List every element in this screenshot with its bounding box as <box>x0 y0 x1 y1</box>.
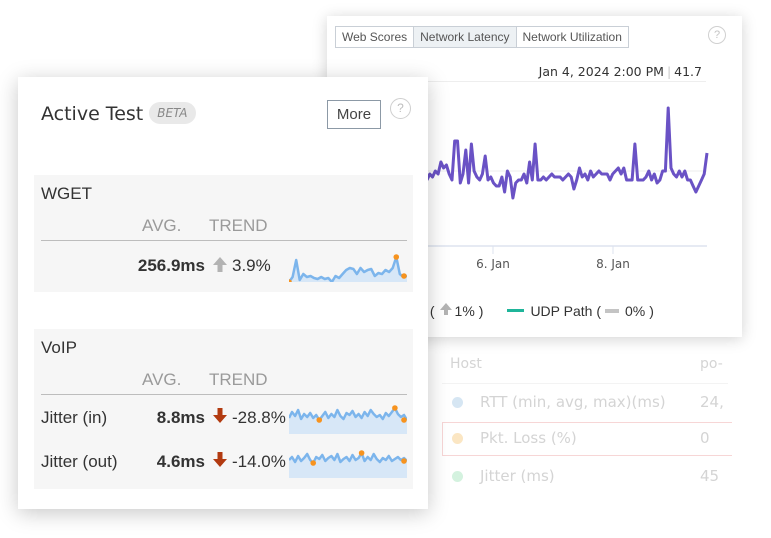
flat-dash-icon <box>604 308 619 313</box>
sparkline-marker <box>310 460 317 466</box>
host-row-rtt[interactable]: RTT (min, avg, max)(ms) 24, <box>442 386 732 420</box>
arrow-up-icon <box>439 302 453 319</box>
metric-row-jitter-out[interactable]: Jitter (out) 4.6ms -14.0% <box>34 448 413 478</box>
arrow-down-icon <box>212 451 228 474</box>
sparkline-wget[interactable] <box>289 252 407 282</box>
host-column-header-2: po- <box>700 356 723 372</box>
sparkline-jitter-out[interactable] <box>289 448 407 478</box>
legend-dot-icon <box>452 433 463 444</box>
question-circle-icon[interactable]: ? <box>390 98 411 119</box>
host-column-header: Host <box>450 356 482 372</box>
section-wget: WGET AVG. TREND 256.9ms 3.9% <box>34 175 413 292</box>
divider <box>41 394 407 395</box>
beta-badge: BETA <box>149 101 196 124</box>
column-header-avg: AVG. <box>142 216 182 235</box>
metric-avg: 4.6ms <box>156 452 205 471</box>
sparkline-area <box>289 408 407 434</box>
sparkline-marker <box>392 405 398 411</box>
legend-close-paren: ) <box>649 302 654 319</box>
tooltip-timestamp: Jan 4, 2024 2:00 PM <box>538 64 664 79</box>
section-title: VoIP <box>41 338 77 357</box>
sparkline-marker <box>316 417 323 423</box>
host-row-value: 0 <box>700 429 710 447</box>
host-row-value: 24, <box>700 393 724 411</box>
divider <box>427 81 706 82</box>
legend-item-udp-label[interactable]: UDP Path ( <box>530 303 601 319</box>
chart-tooltip: Jan 4, 2024 2:00 PM | 41.7 <box>539 64 702 79</box>
chart-legend: IP ( 1% ) UDP Path ( 0% ) <box>413 302 654 319</box>
host-row-label: RTT (min, avg, max)(ms) <box>480 393 666 411</box>
latency-series-line <box>425 106 709 200</box>
more-button[interactable]: More <box>327 100 381 129</box>
sparkline-marker <box>401 417 407 423</box>
column-header-trend: TREND <box>209 216 268 235</box>
metric-avg: 256.9ms <box>137 256 205 275</box>
metric-avg: 8.8ms <box>156 408 205 427</box>
sparkline-marker <box>358 450 365 456</box>
question-circle-icon[interactable]: ? <box>708 26 726 44</box>
tooltip-value: 41.7 <box>674 64 702 79</box>
legend-item-udp-change: 0% <box>624 302 646 319</box>
x-tick-label: 6. Jan <box>476 257 510 271</box>
panel-title-text: Active Test <box>41 103 144 125</box>
legend-item-ip-change: 1% <box>454 302 475 319</box>
legend-dot-icon <box>452 397 463 408</box>
arrow-down-icon <box>212 407 228 430</box>
sparkline-marker <box>401 458 407 464</box>
x-tick-label: 8. Jan <box>596 257 630 271</box>
tab-bar: Web Scores Network Latency Network Utili… <box>335 26 629 48</box>
tab-network-latency[interactable]: Network Latency <box>414 27 517 47</box>
host-row-value: 45 <box>700 467 720 485</box>
legend-swatch-udp-path <box>507 309 525 312</box>
tooltip-separator: | <box>666 64 672 79</box>
tab-web-scores[interactable]: Web Scores <box>336 27 415 47</box>
sparkline-jitter-in[interactable] <box>289 404 407 434</box>
active-test-panel: Active Test BETA More ? WGET AVG. TREND 2… <box>18 77 428 509</box>
metric-label: Jitter (in) <box>41 408 108 427</box>
tab-network-utilization[interactable]: Network Utilization <box>516 27 628 47</box>
host-row-jitter[interactable]: Jitter (ms) 45 <box>442 460 732 494</box>
column-header-trend: TREND <box>209 370 268 389</box>
section-title: WGET <box>41 184 92 203</box>
metric-trend: -28.8% <box>232 408 286 427</box>
sparkline-marker <box>393 254 400 260</box>
legend-dot-icon <box>452 471 463 482</box>
legend-close-paren: ) <box>478 302 484 319</box>
host-row-label: Jitter (ms) <box>480 467 555 485</box>
panel-title: Active Test BETA <box>41 101 196 126</box>
section-voip: VoIP AVG. TREND Jitter (in) 8.8ms -28.8%… <box>34 329 413 489</box>
metric-row-jitter-in[interactable]: Jitter (in) 8.8ms -28.8% <box>34 404 413 434</box>
divider <box>442 383 728 384</box>
column-header-avg: AVG. <box>142 370 182 389</box>
divider <box>41 240 407 241</box>
host-row-label: Pkt. Loss (%) <box>480 429 577 447</box>
metric-row-wget[interactable]: 256.9ms 3.9% <box>34 252 413 282</box>
host-row-pkt-loss[interactable]: Pkt. Loss (%) 0 <box>442 422 732 456</box>
sparkline-marker <box>401 273 407 279</box>
metric-trend: -14.0% <box>232 452 286 471</box>
host-table: Host po- RTT (min, avg, max)(ms) 24, Pkt… <box>440 350 732 500</box>
metric-trend: 3.9% <box>232 256 271 275</box>
metric-label: Jitter (out) <box>41 452 118 471</box>
arrow-up-icon <box>212 255 228 278</box>
